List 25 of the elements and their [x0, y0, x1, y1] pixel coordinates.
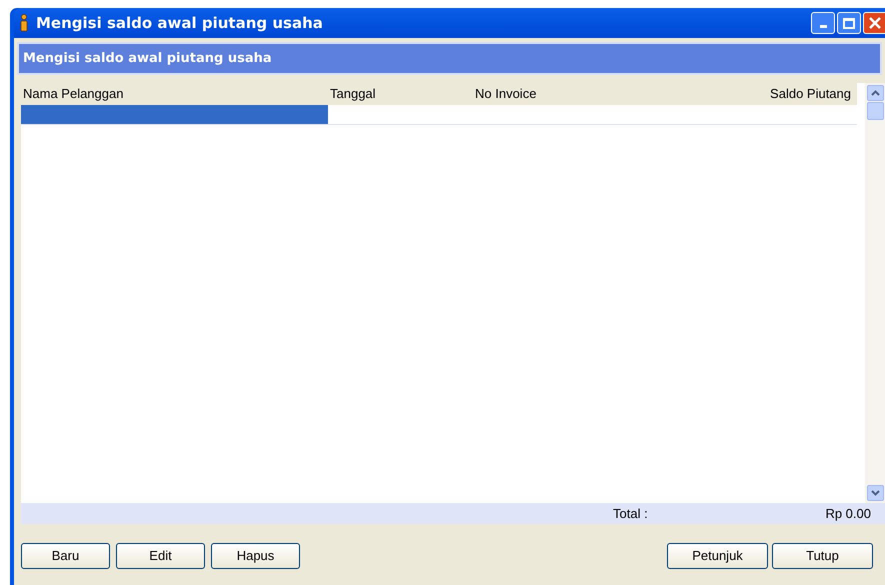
- close-icon: [868, 17, 880, 29]
- dialog-button[interactable]: Tutup: [772, 543, 873, 569]
- total-label: Total :: [613, 504, 649, 523]
- close-button[interactable]: [863, 12, 885, 34]
- total-value: Rp 0.00: [825, 504, 871, 523]
- dialog-button[interactable]: Baru: [21, 543, 110, 569]
- window-title: Mengisi saldo awal piutang usaha: [36, 12, 324, 34]
- scroll-down-button[interactable]: [866, 485, 884, 501]
- maximize-button[interactable]: [837, 12, 861, 34]
- dialog-button[interactable]: Petunjuk: [667, 543, 768, 569]
- dialog-button[interactable]: Hapus: [211, 543, 300, 569]
- panel-title: Mengisi saldo awal piutang usaha: [23, 50, 272, 68]
- table-row[interactable]: [21, 105, 857, 125]
- scroll-up-button[interactable]: [866, 85, 884, 101]
- chevron-down-icon: [870, 490, 880, 496]
- scrollbar[interactable]: [865, 83, 885, 503]
- scroll-thumb[interactable]: [866, 102, 884, 120]
- dialog-button[interactable]: Edit: [116, 543, 205, 569]
- minimize-button[interactable]: [811, 12, 835, 34]
- chevron-up-icon: [870, 90, 880, 96]
- column-header: No Invoice: [474, 85, 538, 104]
- column-header: Tanggal: [329, 85, 377, 104]
- column-header: Nama Pelanggan: [22, 85, 124, 104]
- info-icon: [18, 14, 30, 32]
- column-header: Saldo Piutang: [769, 85, 852, 104]
